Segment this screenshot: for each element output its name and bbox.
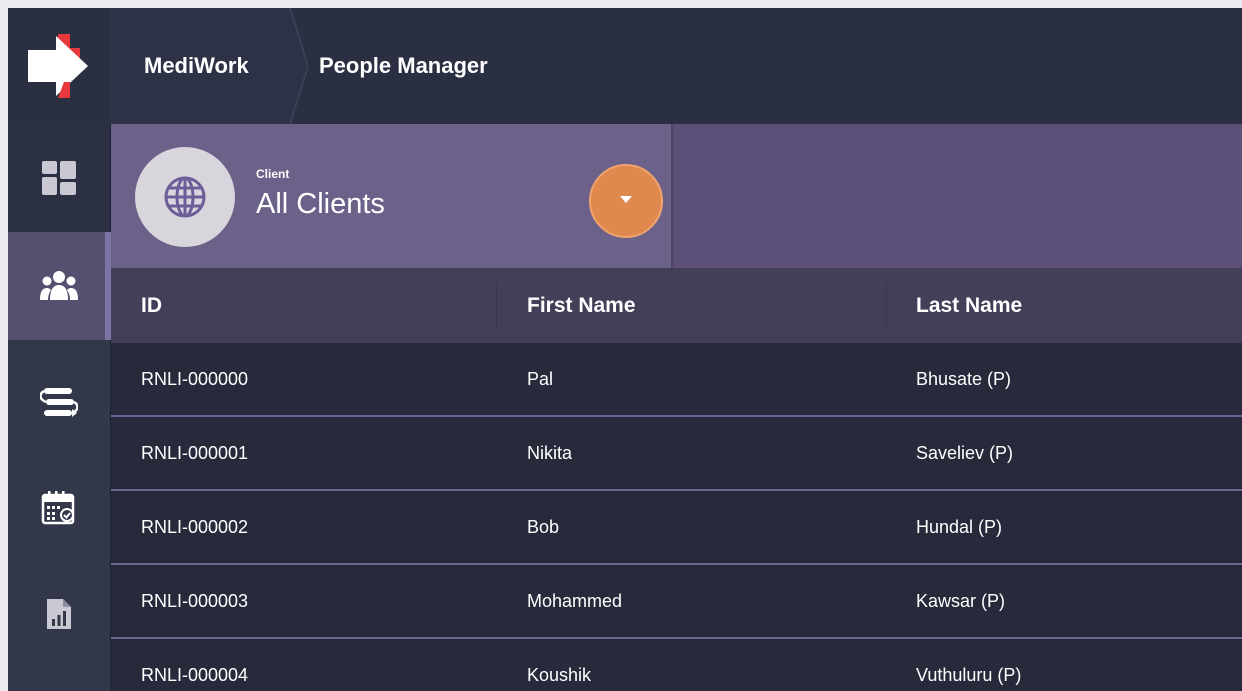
filter-bar-spacer [671,124,1242,268]
sidebar-item-reports[interactable] [8,561,110,667]
chevron-down-icon [620,196,632,203]
column-header-last-name[interactable]: Last Name [916,268,1022,343]
client-avatar [135,147,235,247]
table-row[interactable]: RNLI-000001 Nikita Saveliev (P) [111,417,1242,491]
table-header: ID First Name Last Name [111,268,1242,343]
client-filter-value[interactable]: All Clients [256,188,385,221]
sidebar-item-dashboard[interactable] [8,124,110,232]
cell-last-name: Saveliev (P) [916,442,1014,463]
cell-first-name: Mohammed [527,590,623,611]
table-row[interactable]: RNLI-000002 Bob Hundal (P) [111,491,1242,565]
column-header-first-name[interactable]: First Name [527,268,636,343]
column-divider [886,283,887,328]
cell-id: RNLI-000003 [141,590,249,611]
client-dropdown-button[interactable] [589,164,663,238]
column-header-id[interactable]: ID [141,268,162,343]
cell-last-name: Bhusate (P) [916,368,1012,389]
cell-id: RNLI-000000 [141,368,249,389]
sidebar-item-workflow[interactable] [8,349,110,455]
cell-last-name: Vuthuluru (P) [916,664,1022,685]
app-window: MediWork People Manager Client All Clien… [8,8,1242,691]
logo-icon [28,34,88,98]
calendar-icon [41,491,75,525]
page-title: People Manager [308,8,708,124]
breadcrumb-app[interactable]: MediWork [110,8,290,124]
sidebar-item-people[interactable] [8,232,111,340]
cell-first-name: Pal [527,368,554,389]
table-row[interactable]: RNLI-000000 Pal Bhusate (P) [111,343,1242,417]
page-title-label: People Manager [319,53,488,78]
breadcrumb-separator [278,8,308,124]
top-header: MediWork People Manager [8,8,1242,124]
report-icon [47,599,71,629]
cell-last-name: Hundal (P) [916,516,1003,537]
cell-first-name: Koushik [527,664,592,685]
table-row[interactable]: RNLI-000004 Koushik Vuthuluru (P) [111,639,1242,691]
column-divider [496,283,497,328]
people-icon [40,271,78,300]
cell-id: RNLI-000004 [141,664,249,685]
workflow-icon [40,388,78,417]
client-filter: Client All Clients [111,124,671,268]
cell-id: RNLI-000002 [141,516,249,537]
cell-first-name: Nikita [527,442,573,463]
breadcrumb-app-label: MediWork [144,53,249,78]
people-table: ID First Name Last Name RNLI-000000 Pal … [111,268,1242,691]
sidebar-nav [8,124,111,691]
sidebar-item-calendar[interactable] [8,455,110,561]
cell-id: RNLI-000001 [141,442,249,463]
cell-first-name: Bob [527,516,560,537]
globe-icon [164,176,206,218]
client-filter-label: Client [256,167,290,181]
table-row[interactable]: RNLI-000003 Mohammed Kawsar (P) [111,565,1242,639]
logo[interactable] [8,8,111,124]
dashboard-icon [42,161,76,195]
cell-last-name: Kawsar (P) [916,590,1006,611]
